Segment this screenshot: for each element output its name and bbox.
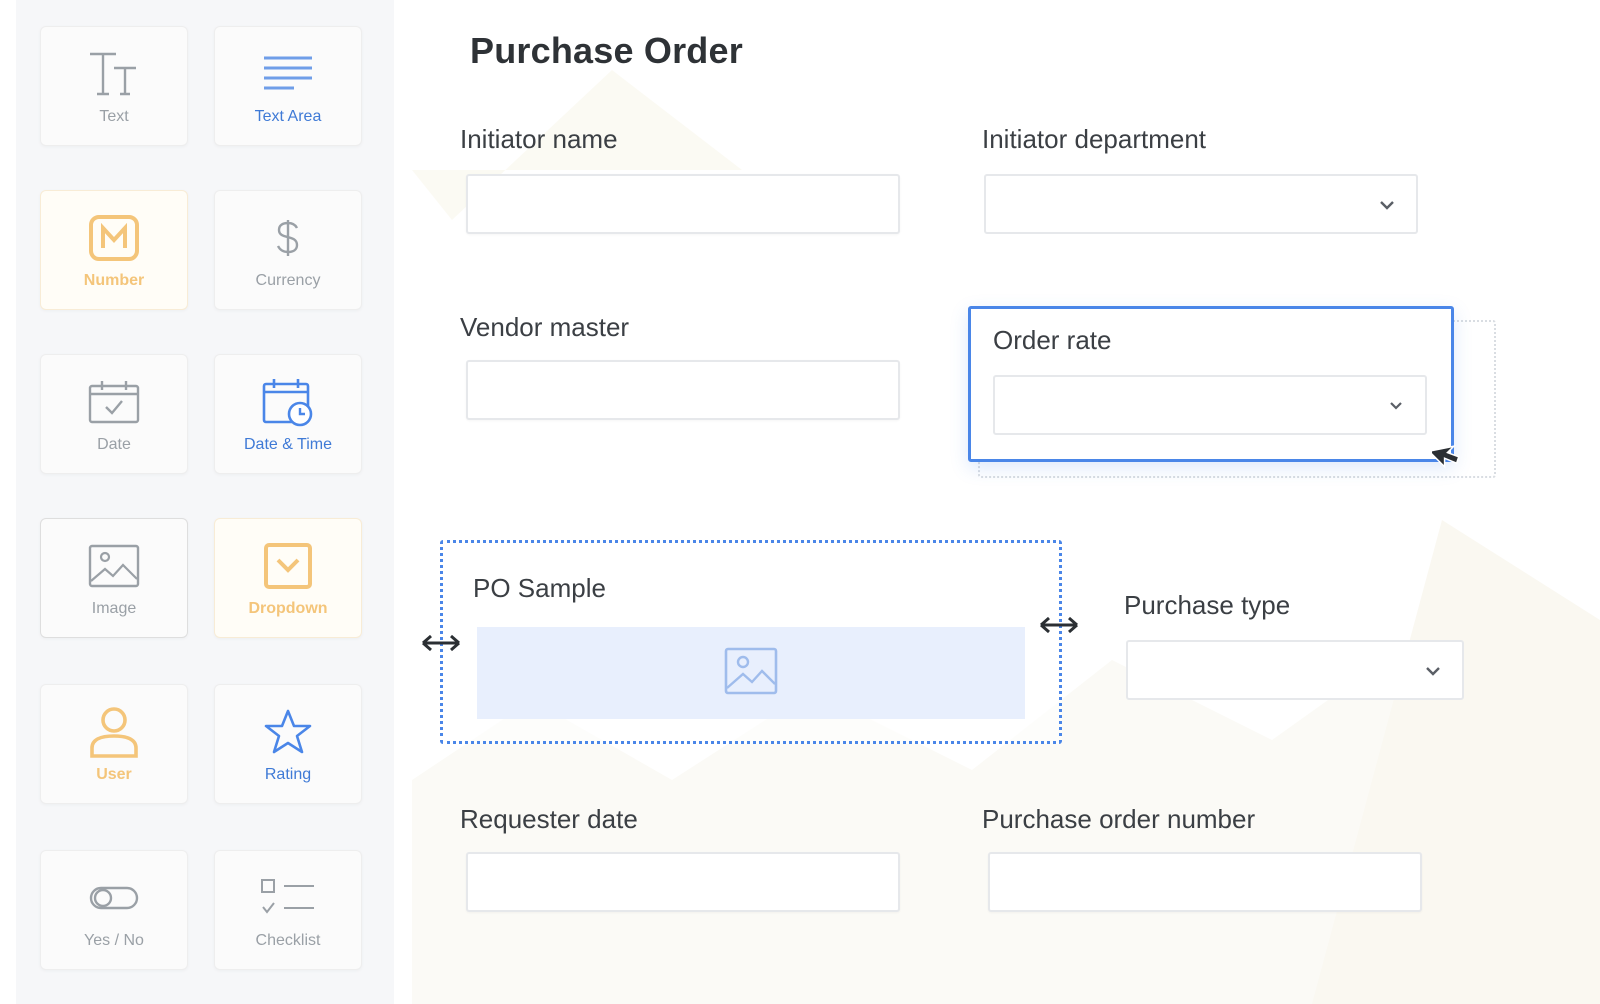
palette-item-label: Checklist — [255, 932, 321, 949]
palette-item-number[interactable]: Number — [40, 190, 188, 310]
requester-date-label: Requester date — [460, 804, 638, 834]
palette-item-text-area[interactable]: Text Area — [214, 26, 362, 146]
dropdown-icon — [262, 538, 314, 594]
purchase-order-number-label: Purchase order number — [982, 804, 1256, 834]
purchase-type-label: Purchase type — [1124, 590, 1291, 620]
vendor-master-label: Vendor master — [460, 312, 630, 342]
purchase-type-select[interactable] — [1126, 640, 1464, 700]
palette-item-yes-no[interactable]: Yes / No — [40, 850, 188, 970]
palette-item-image[interactable]: Image — [40, 518, 188, 638]
palette-item-label: Text Area — [254, 108, 322, 125]
chevron-down-icon — [1385, 395, 1407, 422]
image-icon — [87, 538, 141, 594]
field-palette-sidebar: Text Text Area Number Currency Date Date… — [16, 0, 394, 1004]
calendar-clock-icon — [260, 374, 316, 430]
palette-item-label: User — [96, 766, 132, 783]
palette-item-user[interactable]: User — [40, 684, 188, 804]
dollar-icon — [273, 210, 303, 266]
palette-item-label: Rating — [264, 766, 312, 783]
toggle-icon — [88, 870, 140, 926]
resize-right-handle-icon[interactable] — [1038, 612, 1080, 643]
palette-item-label: Currency — [255, 272, 321, 289]
number-icon — [88, 210, 140, 266]
order-rate-label: Order rate — [993, 325, 1112, 355]
palette-item-label: Image — [91, 600, 137, 617]
mouse-cursor-icon — [1427, 436, 1468, 479]
palette-item-dropdown[interactable]: Dropdown — [214, 518, 362, 638]
text-area-icon — [260, 46, 316, 102]
star-icon — [263, 704, 313, 760]
form-canvas: Purchase Order Initiator name Initiator … — [412, 0, 1600, 1004]
palette-item-date-time[interactable]: Date & Time — [214, 354, 362, 474]
image-icon — [723, 646, 779, 701]
po-sample-field-card[interactable]: PO Sample — [440, 540, 1062, 744]
resize-left-handle-icon[interactable] — [420, 630, 462, 661]
form-title: Purchase Order — [470, 30, 743, 71]
initiator-department-select[interactable] — [984, 174, 1418, 234]
image-placeholder[interactable] — [477, 627, 1025, 719]
palette-item-label: Text — [99, 108, 129, 125]
calendar-check-icon — [86, 374, 142, 430]
checklist-icon — [258, 870, 318, 926]
requester-date-input[interactable] — [466, 852, 900, 912]
palette-item-label: Date — [97, 436, 131, 453]
order-rate-select[interactable] — [993, 375, 1427, 435]
initiator-name-input[interactable] — [466, 174, 900, 234]
palette-item-date[interactable]: Date — [40, 354, 188, 474]
palette-item-label: Dropdown — [248, 600, 328, 617]
purchase-order-number-input[interactable] — [988, 852, 1422, 912]
palette-item-label: Date & Time — [243, 436, 333, 453]
palette-item-label: Yes / No — [84, 932, 144, 949]
initiator-department-label: Initiator department — [982, 124, 1207, 154]
po-sample-label: PO Sample — [473, 573, 606, 603]
chevron-down-icon — [1376, 194, 1398, 221]
palette-item-label: Number — [83, 272, 145, 289]
chevron-down-icon — [1422, 660, 1444, 687]
palette-item-currency[interactable]: Currency — [214, 190, 362, 310]
palette-item-text[interactable]: Text — [40, 26, 188, 146]
palette-item-checklist[interactable]: Checklist — [214, 850, 362, 970]
palette-item-rating[interactable]: Rating — [214, 684, 362, 804]
text-type-icon — [86, 46, 142, 102]
order-rate-field-card[interactable]: Order rate — [968, 306, 1454, 462]
initiator-name-label: Initiator name — [460, 124, 618, 154]
vendor-master-input[interactable] — [466, 360, 900, 420]
user-icon — [86, 704, 142, 760]
